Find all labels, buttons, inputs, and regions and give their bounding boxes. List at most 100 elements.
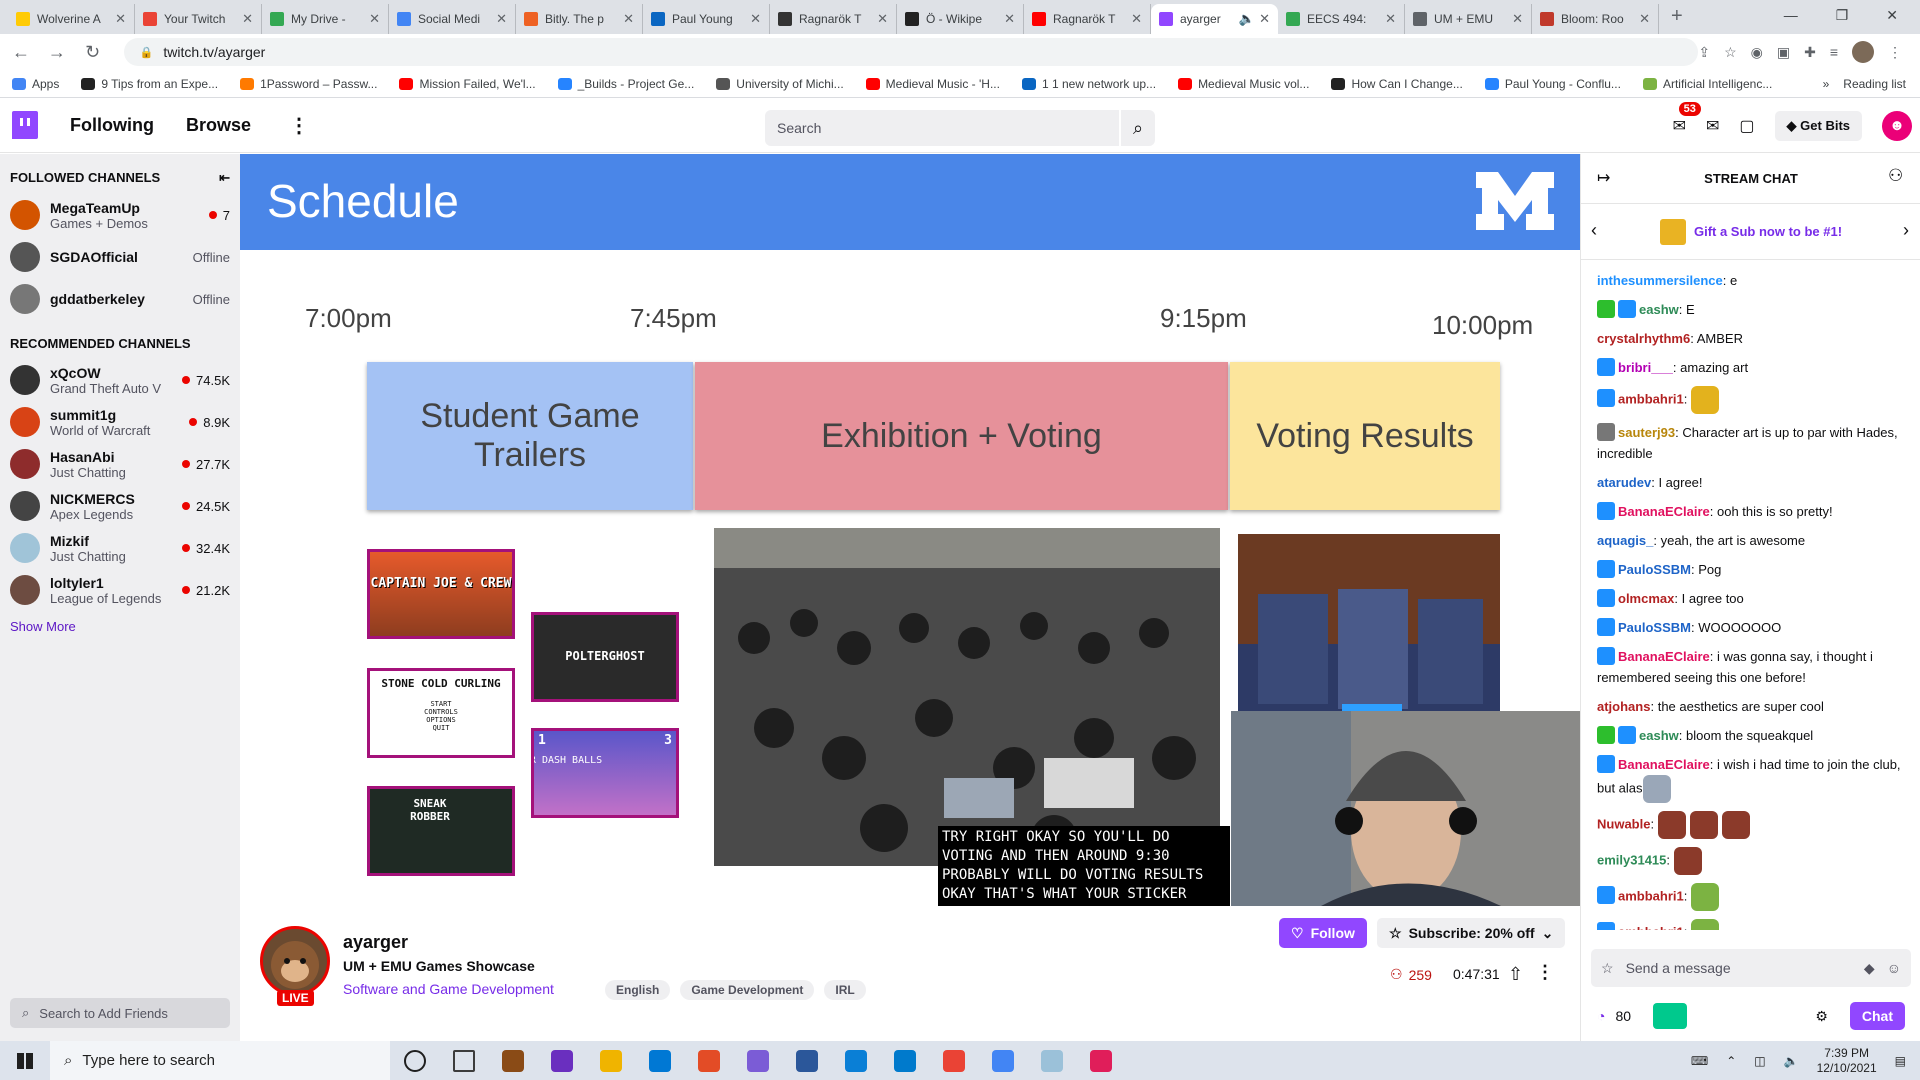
browser-tab[interactable]: Bloom: Roo ✕ [1532, 4, 1659, 34]
community-icon[interactable]: ⚇ [1888, 166, 1903, 186]
sidebar-channel-xqcow[interactable]: xQcOW Grand Theft Auto V 74.5K [0, 359, 240, 401]
sidebar-channel-loltyler1[interactable]: loltyler1 League of Legends 21.2K [0, 569, 240, 611]
bookmark-item[interactable]: Mission Failed, We'l... [399, 77, 536, 91]
stream-category-link[interactable]: Software and Game Development [343, 981, 554, 997]
chat-username[interactable]: inthesummersilence [1597, 273, 1723, 288]
chat-badge-icon[interactable] [1597, 389, 1615, 408]
chat-badge-icon[interactable] [1597, 726, 1615, 744]
inbox-icon[interactable]: ✉ [1706, 116, 1719, 136]
chat-badge-icon[interactable] [1597, 358, 1615, 376]
chevron-right-icon[interactable]: › [1903, 220, 1909, 241]
notification-center-icon[interactable]: ▤ [1895, 1054, 1906, 1068]
file-explorer-icon[interactable] [586, 1041, 635, 1080]
channel-name[interactable]: ayarger [343, 932, 408, 953]
stream-tag[interactable]: English [605, 980, 671, 1000]
browser-tab[interactable]: EECS 494: ✕ [1278, 4, 1405, 34]
sidebar-channel-mizkif[interactable]: Mizkif Just Chatting 32.4K [0, 527, 240, 569]
forward-icon[interactable]: → [42, 42, 72, 63]
chat-emote-icon[interactable] [1642, 775, 1671, 803]
nav-browse[interactable]: Browse [186, 115, 251, 136]
chat-username[interactable]: BananaEClaire [1618, 757, 1710, 772]
windows-start-icon[interactable] [0, 1052, 50, 1069]
bookmark-item[interactable]: 1 1 new network up... [1021, 77, 1156, 91]
mail-icon[interactable] [635, 1041, 684, 1080]
friend-search-input[interactable]: ⌕ Search to Add Friends [10, 998, 230, 1028]
stream-tag[interactable]: IRL [824, 980, 866, 1000]
browser-tab[interactable]: Ragnarök T ✕ [770, 4, 897, 34]
browser-tab[interactable]: Your Twitch ✕ [135, 4, 262, 34]
gift-sub-banner[interactable]: Gift a Sub now to be #1! [1581, 204, 1920, 260]
claim-points-button[interactable] [1653, 1003, 1688, 1029]
bookmark-item[interactable]: How Can I Change... [1331, 77, 1463, 91]
taskbar-search-input[interactable]: ⌕ Type here to search [50, 1041, 390, 1080]
chat-badge-icon[interactable] [1597, 755, 1615, 773]
browser-tab[interactable]: My Drive - ✕ [262, 4, 389, 34]
files-icon[interactable] [1027, 1041, 1076, 1080]
extension-icon[interactable]: ▣ [1777, 44, 1790, 61]
extension-icon[interactable]: ◉ [1751, 44, 1763, 61]
store-icon[interactable] [488, 1041, 537, 1080]
show-more-link[interactable]: Show More [0, 611, 240, 642]
chat-settings-icon[interactable]: ⚙ [1815, 1008, 1828, 1025]
task-view-icon[interactable] [439, 1041, 488, 1080]
chat-badge-icon[interactable] [1618, 726, 1636, 744]
bookmark-item[interactable]: University of Michi... [716, 77, 844, 91]
chat-username[interactable]: emily31415 [1597, 852, 1666, 867]
chat-username[interactable]: BananaEClaire [1618, 504, 1710, 519]
sidebar-channel-nickmercs[interactable]: NICKMERCS Apex Legends 24.5K [0, 485, 240, 527]
chat-username[interactable]: sauterj93 [1618, 425, 1675, 440]
chat-emote-icon[interactable] [1657, 811, 1686, 839]
url-bar[interactable]: 🔒 twitch.tv/ayarger [123, 38, 1699, 66]
chat-badge-icon[interactable] [1618, 300, 1636, 318]
cortana-icon[interactable] [390, 1041, 439, 1080]
chat-username[interactable]: BananaEClaire [1618, 649, 1710, 664]
chat-badge-icon[interactable] [1597, 502, 1615, 520]
chat-badge-icon[interactable] [1597, 618, 1615, 636]
twitch-search-input[interactable]: Search [765, 110, 1119, 146]
sidebar-channel-sgdaofficial[interactable]: SGDAOfficial Offline [0, 236, 240, 278]
restore-icon[interactable]: ❐ [1836, 7, 1849, 24]
nav-following[interactable]: Following [70, 115, 154, 136]
chat-badge-icon[interactable] [1597, 560, 1615, 578]
edge-icon[interactable] [831, 1041, 880, 1080]
github-icon[interactable] [537, 1041, 586, 1080]
chat-badge-icon[interactable] [1597, 647, 1615, 665]
subscribe-button[interactable]: ☆ Subscribe: 20% off ⌄ [1377, 918, 1566, 948]
sidebar-channel-gddatberkeley[interactable]: gddatberkeley Offline [0, 278, 240, 320]
reload-icon[interactable]: ↻ [78, 42, 108, 63]
browser-tab[interactable]: Ragnarök T ✕ [1024, 4, 1151, 34]
close-tab-icon[interactable]: ✕ [1639, 11, 1650, 27]
chat-badge-icon[interactable] [1597, 589, 1615, 607]
chat-badge-icon[interactable] [1597, 423, 1615, 441]
search-icon[interactable]: ⌕ [1121, 110, 1155, 146]
close-tab-icon[interactable]: ✕ [750, 11, 761, 27]
new-tab-icon[interactable]: + [1671, 5, 1683, 28]
vscode-icon[interactable] [880, 1041, 929, 1080]
bookmark-item[interactable]: 1Password – Passw... [240, 77, 377, 91]
chat-send-button[interactable]: Chat [1849, 1002, 1905, 1030]
chat-username[interactable]: bribri___ [1618, 360, 1673, 375]
chat-username[interactable]: eashw [1639, 728, 1679, 743]
sidebar-channel-summit1g[interactable]: summit1g World of Warcraft 8.9K [0, 401, 240, 443]
collapse-chat-icon[interactable]: ↦ [1597, 168, 1610, 188]
more-menu-icon[interactable]: ⋮ [289, 113, 309, 138]
chat-username[interactable]: eashw [1639, 302, 1679, 317]
chat-emote-icon[interactable] [1721, 811, 1750, 839]
chat-badge-icon[interactable] [1597, 886, 1615, 905]
stream-tag[interactable]: Game Development [680, 980, 815, 1000]
chat-username[interactable]: aquagis_ [1597, 533, 1653, 548]
chat-emote-icon[interactable] [1673, 847, 1702, 875]
chat-username[interactable]: PauloSSBM [1618, 620, 1691, 635]
office-icon[interactable] [684, 1041, 733, 1080]
more-options-icon[interactable]: ⋮ [1536, 962, 1554, 983]
puzzle-icon[interactable]: ✚ [1804, 44, 1816, 61]
chat-username[interactable]: ambbahri1 [1618, 391, 1684, 406]
bookmark-item[interactable]: Medieval Music vol... [1178, 77, 1309, 91]
chat-username[interactable]: olmcmax [1618, 591, 1674, 606]
user-avatar[interactable]: ☻ [1882, 110, 1912, 141]
menu-dots-icon[interactable]: ⋮ [1888, 44, 1902, 61]
emote-picker-icon[interactable]: ☆ [1601, 960, 1614, 977]
close-tab-icon[interactable]: ✕ [369, 11, 380, 27]
bookmarks-overflow-icon[interactable]: » [1823, 77, 1830, 91]
share-icon[interactable]: ⇧ [1508, 964, 1523, 985]
